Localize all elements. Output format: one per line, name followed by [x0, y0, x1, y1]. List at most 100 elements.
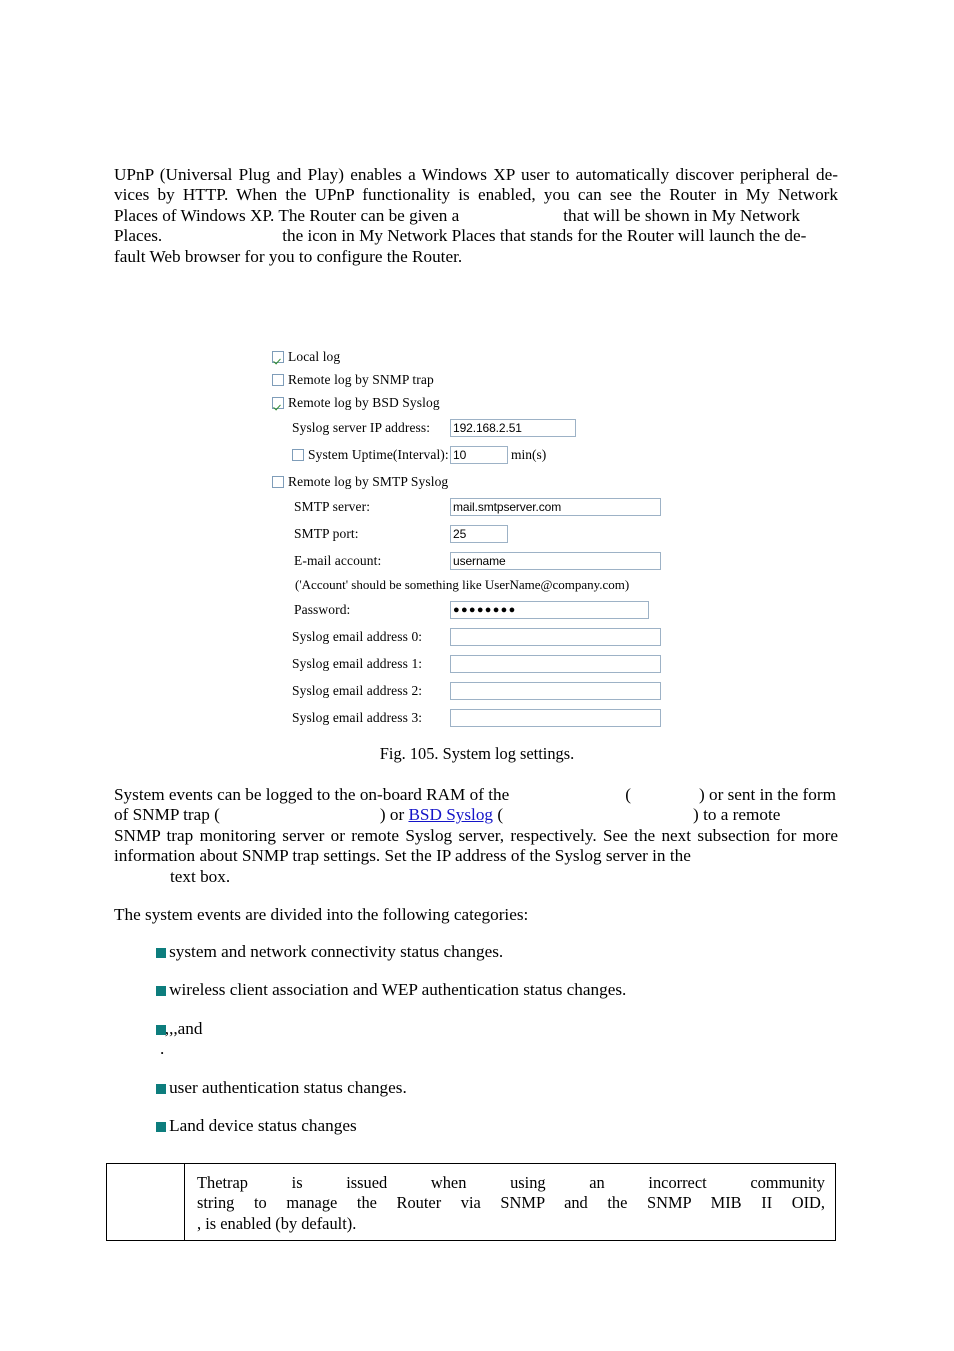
categories-intro-line: The system events are divided into the f…: [114, 905, 529, 924]
field-row-syslog-email-0: Syslog email address 0:: [272, 624, 702, 650]
input-password[interactable]: ●●●●●●●●: [450, 601, 649, 619]
field-row-smtp-server: SMTP server: mail.smtpserver.com: [272, 494, 702, 520]
bullet-text-4: : user authentication status changes.: [160, 1078, 854, 1098]
input-syslog-email-0[interactable]: [450, 628, 661, 646]
events-line-2-b: ) or: [379, 805, 405, 825]
unit-system-uptime: min(s): [511, 447, 547, 462]
events-line-4: information about SNMP trap settings. Se…: [114, 846, 691, 866]
note-line-1-b: trap is issued when using an incorrect c…: [222, 1173, 825, 1192]
link-bsd-syslog[interactable]: BSD Syslog: [408, 805, 493, 824]
list-item: : system and network connectivity status…: [114, 942, 854, 962]
bullet-square-icon: [156, 986, 166, 997]
intro-line-4: Places. the icon in My Network Places tha…: [114, 226, 838, 246]
system-events-paragraph: System events can be logged to the on-bo…: [114, 785, 838, 887]
bullet-label-5: : Land device status changes: [160, 1116, 357, 1136]
checkbox-row-remote-log-smtp-syslog[interactable]: Remote log by SMTP Syslog: [272, 470, 702, 493]
label-syslog-email-2: Syslog email address 2:: [292, 683, 423, 698]
checkbox-label-local-log: Local log: [288, 348, 341, 364]
field-row-syslog-server-ip: Syslog server IP address: 192.168.2.51: [272, 415, 702, 441]
checkbox-row-remote-log-snmp-trap[interactable]: Remote log by SNMP trap: [272, 368, 702, 391]
label-smtp-server: SMTP server:: [294, 499, 371, 514]
intro-line-4-b: the icon in My Network Places that stand…: [282, 226, 807, 246]
checkbox-local-log[interactable]: [272, 350, 284, 363]
intro-line-1: UPnP (Universal Plug and Play) enables a…: [114, 165, 838, 184]
note-line-1-a: The: [197, 1173, 223, 1192]
note-label-cell: [107, 1164, 185, 1240]
input-syslog-email-3[interactable]: [450, 709, 661, 727]
checkbox-label-remote-log-smtp-syslog: Remote log by SMTP Syslog: [288, 473, 449, 489]
checkbox-label-remote-log-snmp-trap: Remote log by SNMP trap: [288, 371, 434, 387]
events-line-2: of SNMP trap ( ) or BSD Syslog ( ) to a re…: [114, 805, 838, 825]
bullet-text-3: :,,,and: [160, 1019, 854, 1039]
intro-line-3-a: Places of Windows XP. The Router can be …: [114, 205, 460, 225]
events-line-1-c: ) or sent in the form: [698, 785, 836, 804]
intro-line-4-a: Places.: [114, 226, 163, 246]
list-item: :,,,and .: [114, 1019, 854, 1060]
field-row-syslog-email-3: Syslog email address 3:: [272, 705, 702, 731]
input-syslog-email-1[interactable]: [450, 655, 661, 673]
label-group-system-uptime: System Uptime(Interval):: [272, 447, 450, 463]
field-row-smtp-port: SMTP port: 25: [272, 521, 702, 547]
label-syslog-server-ip: Syslog server IP address:: [292, 420, 431, 435]
label-password: Password:: [294, 602, 351, 617]
bullet-label-4: : user authentication status changes.: [160, 1077, 407, 1097]
list-item: : wireless client association and WEP au…: [114, 980, 854, 1000]
input-syslog-server-ip[interactable]: 192.168.2.51: [450, 419, 576, 437]
note-line-3-b: by default).: [280, 1213, 357, 1233]
field-row-email-account: E-mail account: username: [272, 548, 702, 574]
events-line-1-a: System events can be logged to the on-bo…: [114, 785, 510, 804]
label-syslog-email-1: Syslog email address 1:: [292, 656, 423, 671]
intro-line-3-b: that will be shown in My Network: [563, 205, 801, 225]
bullet-text-5: : Land device status changes: [160, 1116, 854, 1136]
input-email-account[interactable]: username: [450, 552, 661, 570]
events-line-3: SNMP trap monitoring server or remote Sy…: [114, 825, 838, 845]
events-line-2-c: (: [497, 805, 504, 825]
intro-line-5: fault Web browser for you to configure t…: [114, 246, 463, 266]
label-email-account: E-mail account:: [294, 553, 382, 568]
field-row-syslog-email-1: Syslog email address 1:: [272, 651, 702, 677]
checkbox-row-local-log[interactable]: Local log: [272, 345, 702, 368]
note-table: Thetrap is issued when using an incorrec…: [106, 1163, 836, 1241]
label-smtp-port: SMTP port:: [294, 526, 359, 541]
bullet-text-3-cont: .: [160, 1039, 165, 1059]
input-smtp-port[interactable]: 25: [450, 525, 508, 543]
list-item: : user authentication status changes.: [114, 1078, 854, 1098]
checkbox-row-remote-log-bsd-syslog[interactable]: Remote log by BSD Syslog: [272, 391, 702, 414]
events-line-1-b: (: [625, 785, 631, 804]
checkbox-remote-log-smtp-syslog[interactable]: [272, 475, 284, 488]
document-page: UPnP (Universal Plug and Play) enables a…: [0, 0, 954, 1351]
bullet-text-2: : wireless client association and WEP au…: [160, 980, 854, 1000]
field-row-system-uptime: System Uptime(Interval): 10 min(s): [272, 442, 702, 468]
note-line-2: string to manage the Router via SNMP and…: [197, 1193, 825, 1213]
bullet-label-1: : system and network connectivity status…: [160, 942, 504, 961]
input-system-uptime-interval[interactable]: 10: [450, 446, 508, 464]
list-item: : Land device status changes: [114, 1116, 854, 1136]
system-log-settings-form: Local log Remote log by SNMP trap Remote…: [272, 345, 702, 731]
bullet-text-1: : system and network connectivity status…: [160, 942, 854, 962]
label-syslog-email-0: Syslog email address 0:: [292, 629, 423, 644]
input-smtp-server[interactable]: mail.smtpserver.com: [450, 498, 661, 516]
checkbox-remote-log-bsd-syslog[interactable]: [272, 396, 284, 409]
events-line-5-text: text box.: [170, 866, 231, 886]
field-row-syslog-email-2: Syslog email address 2:: [272, 678, 702, 704]
checkbox-remote-log-snmp-trap[interactable]: [272, 373, 284, 386]
field-row-password: Password: ●●●●●●●●: [272, 597, 702, 623]
events-line-2-d: ) to a remote: [693, 805, 781, 825]
bullet-square-icon: [156, 948, 166, 958]
note-line-3-a: , is enabled (: [197, 1213, 281, 1233]
checkbox-label-remote-log-bsd-syslog: Remote log by BSD Syslog: [288, 394, 440, 410]
note-line-1: Thetrap is issued when using an incorrec…: [197, 1173, 825, 1193]
figure-caption: Fig. 105. System log settings.: [379, 744, 575, 763]
input-syslog-email-2[interactable]: [450, 682, 661, 700]
intro-paragraph: UPnP (Universal Plug and Play) enables a…: [114, 165, 838, 267]
intro-line-2: vices by HTTP. When the UPnP functionali…: [114, 185, 838, 205]
checkbox-system-uptime[interactable]: [292, 449, 304, 461]
bullet-square-icon: [156, 1024, 166, 1035]
note-body-cell: Thetrap is issued when using an incorrec…: [185, 1164, 835, 1240]
bullet-square-icon: [156, 1083, 166, 1094]
events-line-2-a: of SNMP trap (: [114, 805, 220, 825]
label-system-uptime: System Uptime(Interval):: [308, 447, 449, 462]
events-line-5: text box.: [114, 867, 838, 887]
label-syslog-email-3: Syslog email address 3:: [292, 710, 423, 725]
hint-account-format: ('Account' should be something like User…: [295, 577, 630, 592]
